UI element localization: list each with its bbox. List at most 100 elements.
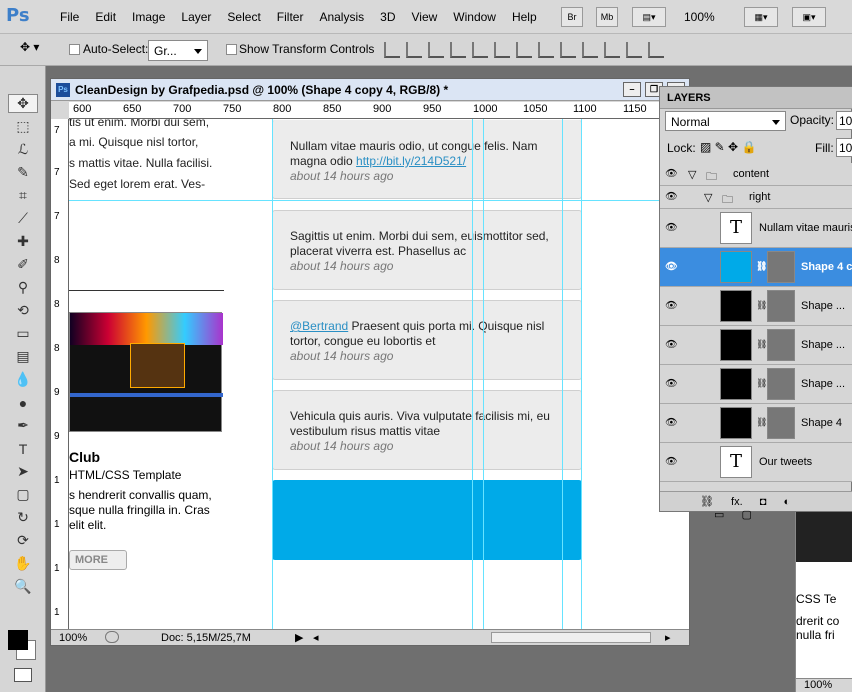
menu-view[interactable]: View bbox=[403, 10, 445, 24]
link-layers-icon[interactable]: ⛓ bbox=[700, 496, 714, 508]
menu-image[interactable]: Image bbox=[124, 10, 173, 24]
layer-shape[interactable]: 👁 ⛓ Shape ... bbox=[660, 326, 852, 365]
auto-align-icon[interactable] bbox=[648, 42, 664, 58]
lock-icons[interactable]: ▨ ✎ ✥ 🔒 bbox=[700, 140, 756, 154]
marquee-tool-icon[interactable]: ⬚ bbox=[8, 117, 38, 136]
arrange-documents-button[interactable]: ▦▾ bbox=[744, 7, 778, 27]
screen-mode-button[interactable]: ▣▾ bbox=[792, 7, 826, 27]
scroll-left-icon[interactable]: ◂ bbox=[313, 631, 319, 644]
status-info-icon[interactable] bbox=[105, 631, 119, 643]
fill-input[interactable]: 10 bbox=[836, 138, 852, 157]
visibility-eye-icon[interactable]: 👁 bbox=[665, 192, 678, 203]
distribute-center-icon[interactable] bbox=[604, 42, 620, 58]
foreground-color-swatch[interactable] bbox=[8, 630, 28, 650]
distribute-right-icon[interactable] bbox=[626, 42, 642, 58]
gradient-tool-icon[interactable]: ▤ bbox=[8, 347, 38, 366]
zoom-level[interactable]: 100% bbox=[684, 10, 715, 24]
status-menu-arrow-icon[interactable]: ▶ bbox=[295, 631, 303, 644]
view-extras-button[interactable]: ▤▾ bbox=[632, 7, 666, 27]
link-icon[interactable]: ⛓ bbox=[756, 378, 767, 389]
selected-shape-4-copy-4[interactable] bbox=[272, 480, 582, 560]
layer-text-our-tweets[interactable]: 👁 T Our tweets bbox=[660, 443, 852, 482]
link-icon[interactable]: ⛓ bbox=[756, 339, 767, 350]
eraser-tool-icon[interactable]: ▭ bbox=[8, 324, 38, 343]
layer-style-icon[interactable]: fx. bbox=[731, 496, 743, 508]
align-bottom-icon[interactable] bbox=[428, 42, 444, 58]
align-top-icon[interactable] bbox=[384, 42, 400, 58]
3d-orbit-tool-icon[interactable]: ⟳ bbox=[8, 531, 38, 550]
layer-group-right[interactable]: 👁 ▽ 🗀 right bbox=[660, 186, 852, 209]
align-center-icon[interactable] bbox=[472, 42, 488, 58]
distribute-left-icon[interactable] bbox=[582, 42, 598, 58]
align-right-icon[interactable] bbox=[494, 42, 510, 58]
type-tool-icon[interactable]: T bbox=[8, 439, 38, 458]
show-transform-checkbox[interactable] bbox=[226, 44, 237, 55]
expand-arrow-icon[interactable]: ▽ bbox=[704, 191, 712, 204]
menu-help[interactable]: Help bbox=[504, 10, 545, 24]
distribute-top-icon[interactable] bbox=[516, 42, 532, 58]
opacity-input[interactable]: 10 bbox=[836, 111, 852, 130]
horizontal-scrollbar-thumb[interactable] bbox=[491, 632, 651, 643]
layer-shape[interactable]: 👁 ⛓ Shape ... bbox=[660, 365, 852, 404]
visibility-eye-icon[interactable]: 👁 bbox=[665, 223, 678, 234]
minimize-button[interactable]: – bbox=[623, 82, 641, 97]
menu-analysis[interactable]: Analysis bbox=[311, 10, 372, 24]
history-brush-tool-icon[interactable]: ⟲ bbox=[8, 301, 38, 320]
new-group-icon[interactable]: ▭ bbox=[714, 509, 724, 521]
menu-file[interactable]: File bbox=[52, 10, 87, 24]
shape-tool-icon[interactable]: ▢ bbox=[8, 485, 38, 504]
adjustment-layer-icon[interactable]: ◐ bbox=[783, 496, 790, 508]
link-icon[interactable]: ⛓ bbox=[756, 261, 767, 272]
visibility-eye-icon[interactable]: 👁 bbox=[665, 262, 678, 273]
eyedropper-tool-icon[interactable]: ⟋ bbox=[8, 209, 38, 228]
visibility-eye-icon[interactable]: 👁 bbox=[665, 457, 678, 468]
visibility-eye-icon[interactable]: 👁 bbox=[665, 340, 678, 351]
healing-brush-tool-icon[interactable]: ✚ bbox=[8, 232, 38, 251]
clone-stamp-tool-icon[interactable]: ⚲ bbox=[8, 278, 38, 297]
hand-tool-icon[interactable]: ✋ bbox=[8, 554, 38, 573]
layer-group-content[interactable]: 👁 ▽ 🗀 content bbox=[660, 163, 852, 186]
blend-mode-dropdown[interactable]: Normal bbox=[665, 111, 786, 131]
menu-window[interactable]: Window bbox=[445, 10, 504, 24]
add-mask-icon[interactable]: ◘ bbox=[760, 496, 767, 508]
layer-shape-4[interactable]: 👁 ⛓ Shape 4 bbox=[660, 404, 852, 443]
align-left-icon[interactable] bbox=[450, 42, 466, 58]
brush-tool-icon[interactable]: ✐ bbox=[8, 255, 38, 274]
3d-rotate-tool-icon[interactable]: ↻ bbox=[8, 508, 38, 527]
tweet-mention[interactable]: @Bertrand bbox=[290, 319, 348, 333]
layers-panel-title[interactable]: LAYERS bbox=[660, 87, 852, 109]
distribute-bottom-icon[interactable] bbox=[560, 42, 576, 58]
tweet-link[interactable]: http://bit.ly/214D521/ bbox=[356, 154, 466, 168]
blur-tool-icon[interactable]: 💧 bbox=[8, 370, 38, 389]
distribute-middle-icon[interactable] bbox=[538, 42, 554, 58]
visibility-eye-icon[interactable]: 👁 bbox=[665, 418, 678, 429]
visibility-eye-icon[interactable]: 👁 bbox=[665, 379, 678, 390]
second-doc-zoom[interactable]: 100% bbox=[796, 678, 852, 692]
move-tool-icon[interactable]: ✥ bbox=[8, 94, 38, 113]
link-icon[interactable]: ⛓ bbox=[756, 417, 767, 428]
quick-select-tool-icon[interactable]: ✎ bbox=[8, 163, 38, 182]
menu-filter[interactable]: Filter bbox=[269, 10, 312, 24]
menu-3d[interactable]: 3D bbox=[372, 10, 403, 24]
scroll-right-icon[interactable]: ▸ bbox=[665, 631, 671, 644]
more-button[interactable]: MORE bbox=[69, 550, 127, 570]
visibility-eye-icon[interactable]: 👁 bbox=[665, 301, 678, 312]
menu-layer[interactable]: Layer bbox=[173, 10, 219, 24]
lasso-tool-icon[interactable]: ℒ bbox=[8, 140, 38, 159]
path-select-tool-icon[interactable]: ➤ bbox=[8, 462, 38, 481]
menu-edit[interactable]: Edit bbox=[87, 10, 124, 24]
layer-text-nullam[interactable]: 👁 T Nullam vitae mauris bbox=[660, 209, 852, 248]
pen-tool-icon[interactable]: ✒ bbox=[8, 416, 38, 435]
zoom-tool-icon[interactable]: 🔍 bbox=[8, 577, 38, 596]
quick-mask-icon[interactable] bbox=[14, 668, 32, 682]
link-icon[interactable]: ⛓ bbox=[756, 300, 767, 311]
dodge-tool-icon[interactable]: ● bbox=[8, 393, 38, 412]
visibility-eye-icon[interactable]: 👁 bbox=[665, 169, 678, 180]
mini-bridge-button[interactable]: Mb bbox=[596, 7, 618, 27]
bridge-button[interactable]: Br bbox=[561, 7, 583, 27]
auto-select-checkbox[interactable] bbox=[69, 44, 80, 55]
status-zoom[interactable]: 100% bbox=[59, 632, 87, 644]
layer-shape-4-copy-4[interactable]: 👁 ⛓ Shape 4 c bbox=[660, 248, 852, 287]
expand-arrow-icon[interactable]: ▽ bbox=[688, 168, 696, 181]
move-tool-icon[interactable]: ✥ ▾ bbox=[20, 40, 50, 60]
